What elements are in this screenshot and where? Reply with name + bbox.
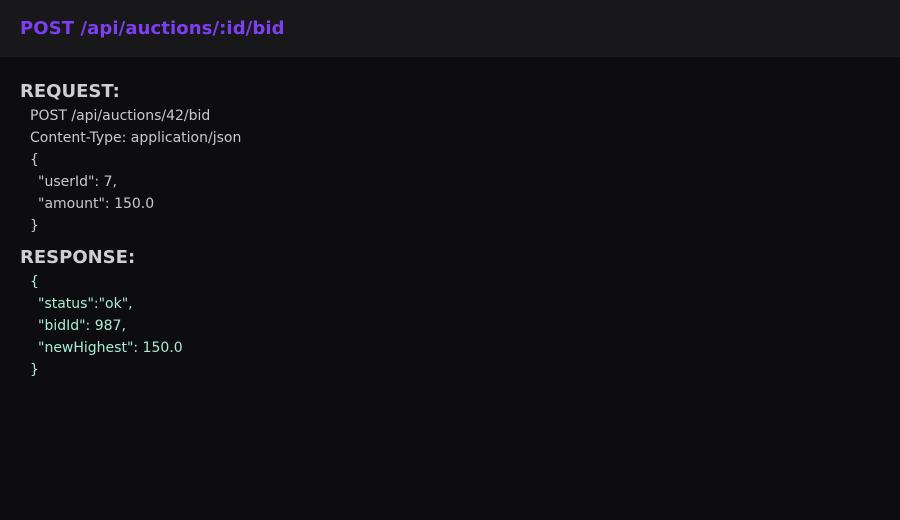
request-line: } [30, 218, 39, 234]
endpoint-header: POST /api/auctions/:id/bid [0, 0, 900, 57]
request-line: "amount": 150.0 [38, 196, 155, 212]
endpoint-title: POST /api/auctions/:id/bid [20, 17, 285, 39]
response-line: } [30, 362, 39, 378]
response-line: "status":"ok", [38, 296, 133, 312]
request-line: { [30, 152, 39, 168]
response-line: "newHighest": 150.0 [38, 340, 183, 356]
response-line: { [30, 274, 39, 290]
response-line: "bidId": 987, [38, 318, 126, 334]
request-line: Content-Type: application/json [30, 130, 242, 146]
response-code-block: { "status":"ok", "bidId": 987, "newHighe… [30, 271, 900, 381]
request-code-block: POST /api/auctions/42/bid Content-Type: … [30, 105, 900, 237]
response-heading: RESPONSE: [20, 247, 136, 268]
request-line: "userId": 7, [38, 174, 117, 190]
request-heading: REQUEST: [20, 81, 120, 102]
request-line: POST /api/auctions/42/bid [30, 108, 211, 124]
api-example-panel: REQUEST: POST /api/auctions/42/bid Conte… [0, 57, 900, 381]
